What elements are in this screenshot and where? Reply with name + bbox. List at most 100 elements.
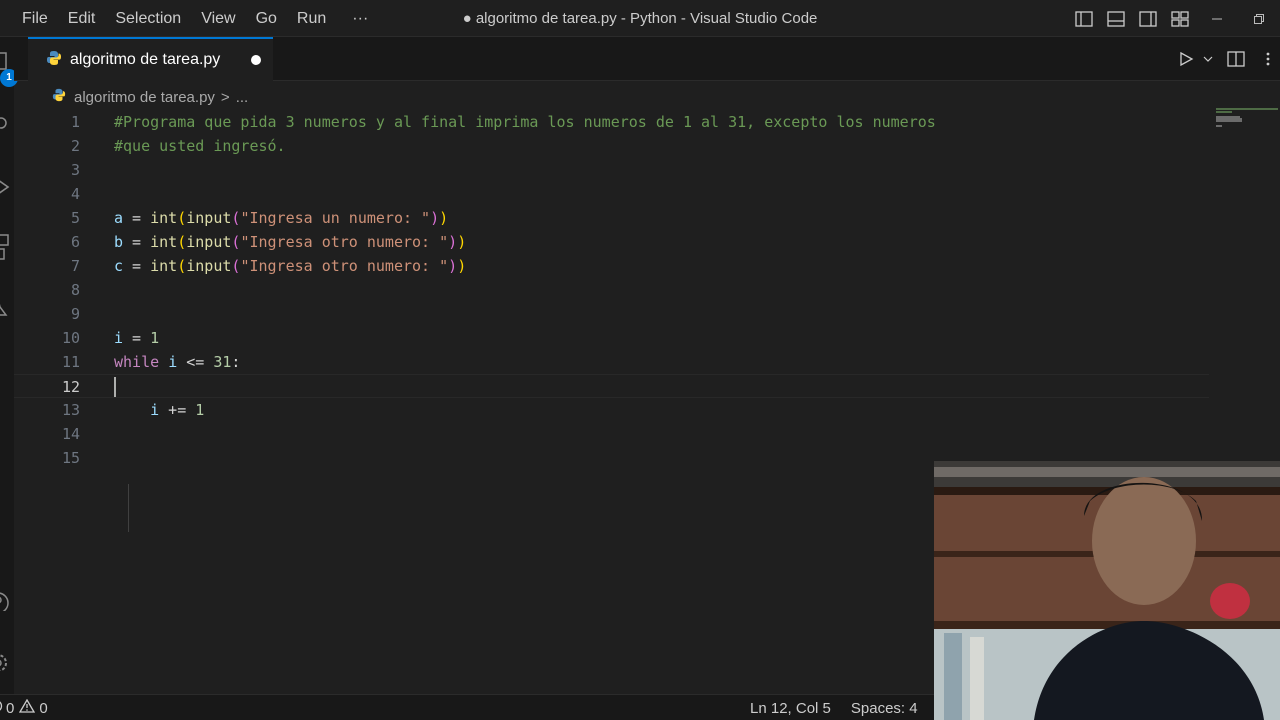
code-token: input <box>186 233 232 251</box>
title-bar: File Edit Selection View Go Run ··· ● al… <box>0 0 1280 37</box>
code-token: input <box>186 209 232 227</box>
minimize-icon[interactable] <box>1196 0 1238 37</box>
restore-icon[interactable] <box>1238 0 1280 37</box>
minimap-line <box>1216 120 1242 122</box>
breadcrumb-file[interactable]: algoritmo de tarea.py <box>74 89 215 106</box>
code-line[interactable]: 13 i += 1 <box>14 398 1209 422</box>
line-number: 6 <box>70 233 80 251</box>
code-line[interactable]: 11 while i <= 31: <box>14 350 1209 374</box>
code-token: 1 <box>195 401 205 419</box>
line-number: 8 <box>70 281 80 299</box>
menu-edit[interactable]: Edit <box>58 0 106 37</box>
code-token: ) <box>457 233 467 251</box>
code-line[interactable]: 12 <box>14 374 1209 398</box>
python-file-icon <box>52 88 66 106</box>
code-line[interactable]: 8 <box>14 278 1209 302</box>
code-token: ) <box>448 233 458 251</box>
code-token: = <box>123 329 151 347</box>
code-line[interactable]: 5a = int(input("Ingresa un numero: ")) <box>14 206 1209 230</box>
run-debug-icon[interactable] <box>0 177 14 197</box>
testing-icon[interactable] <box>0 297 14 317</box>
code-token: #Programa que pida 3 numeros y al final … <box>114 113 936 131</box>
manage-gear-icon[interactable] <box>0 651 14 671</box>
code-line[interactable]: 1 #Programa que pida 3 numeros y al final… <box>14 110 1209 134</box>
code-token: i <box>168 353 178 371</box>
line-number: 14 <box>61 425 80 443</box>
line-number: 12 <box>61 378 80 396</box>
code-line[interactable]: 6b = int(input("Ingresa otro numero: ")) <box>14 230 1209 254</box>
code-line[interactable]: 3 <box>14 158 1209 182</box>
menu-go[interactable]: Go <box>246 0 287 37</box>
line-number: 7 <box>70 257 80 275</box>
code-token: ) <box>439 209 449 227</box>
menu-view[interactable]: View <box>191 0 245 37</box>
line-number: 2 <box>70 137 80 155</box>
minimap[interactable] <box>1214 104 1280 144</box>
customize-layout-icon[interactable] <box>1164 0 1196 37</box>
code-token: += <box>159 401 196 419</box>
search-icon[interactable] <box>0 115 14 135</box>
text-cursor <box>114 377 116 397</box>
breadcrumb-separator-icon: > <box>220 88 230 106</box>
toggle-panel-icon[interactable] <box>1100 0 1132 37</box>
minimap-line <box>1216 125 1222 127</box>
code-token: ) <box>457 257 467 275</box>
cursor-position[interactable]: Ln 12, Col 5 <box>740 700 841 717</box>
code-token: "Ingresa otro numero: " <box>240 257 449 275</box>
line-number: 3 <box>70 161 80 179</box>
tab-bar: algoritmo de tarea.py <box>14 37 1280 81</box>
minimap-line <box>1216 108 1278 110</box>
unsaved-dot-icon[interactable] <box>251 55 261 65</box>
breadcrumb-symbols[interactable]: ... <box>236 89 249 106</box>
code-line[interactable]: 9 <box>14 302 1209 326</box>
code-token: ( <box>177 209 187 227</box>
menu-selection[interactable]: Selection <box>105 0 191 37</box>
code-text: #que usted ingresó. <box>114 134 286 158</box>
toggle-secondary-sidebar-icon[interactable] <box>1132 0 1164 37</box>
code-token: "Ingresa otro numero: " <box>240 233 449 251</box>
run-dropdown-chevron-icon[interactable] <box>1200 37 1216 81</box>
code-line[interactable]: 7 c = int(input("Ingresa otro numero: ")) <box>14 254 1209 278</box>
code-line[interactable]: 4 <box>14 182 1209 206</box>
python-file-icon <box>46 50 62 71</box>
code-text: b = int(input("Ingresa otro numero: ")) <box>114 230 466 254</box>
code-token: input <box>186 257 232 275</box>
code-token: int <box>150 257 178 275</box>
error-count: 0 <box>6 699 15 717</box>
warning-icon <box>19 698 36 717</box>
code-token: int <box>150 209 178 227</box>
menu-more[interactable]: ··· <box>336 0 378 37</box>
code-text: c = int(input("Ingresa otro numero: ")) <box>114 254 466 278</box>
toggle-primary-sidebar-icon[interactable] <box>1068 0 1100 37</box>
title-controls <box>1068 0 1280 37</box>
code-text: i = 1 <box>114 326 159 350</box>
code-token: ( <box>177 233 187 251</box>
tab-label: algoritmo de tarea.py <box>70 51 221 68</box>
more-actions-icon[interactable] <box>1256 37 1280 81</box>
line-number: 10 <box>61 329 80 347</box>
code-token: while <box>114 353 160 371</box>
editor-actions <box>1172 37 1280 81</box>
code-token: a <box>114 209 124 227</box>
code-line[interactable]: 2 #que usted ingresó. <box>14 134 1209 158</box>
code-token: = <box>123 209 151 227</box>
editor-tab[interactable]: algoritmo de tarea.py <box>28 37 273 81</box>
indentation[interactable]: Spaces: 4 <box>841 700 928 717</box>
accounts-icon[interactable] <box>0 591 14 611</box>
play-icon[interactable] <box>1172 37 1200 81</box>
code-token: <= <box>177 353 214 371</box>
line-number: 5 <box>70 209 80 227</box>
split-editor-icon[interactable] <box>1216 37 1256 81</box>
code-token: 1 <box>150 329 160 347</box>
code-line[interactable]: 14 <box>14 422 1209 446</box>
problems-indicator[interactable]: 0 0 <box>0 695 48 720</box>
extensions-icon[interactable] <box>0 233 14 265</box>
menu-file[interactable]: File <box>12 0 58 37</box>
code-line[interactable]: 10 i = 1 <box>14 326 1209 350</box>
menu-run[interactable]: Run <box>287 0 336 37</box>
code-text: i += 1 <box>114 398 204 422</box>
explorer-icon[interactable] <box>0 51 14 71</box>
code-token: c <box>114 257 124 275</box>
webcam-overlay <box>934 461 1280 720</box>
code-token: b <box>114 233 124 251</box>
